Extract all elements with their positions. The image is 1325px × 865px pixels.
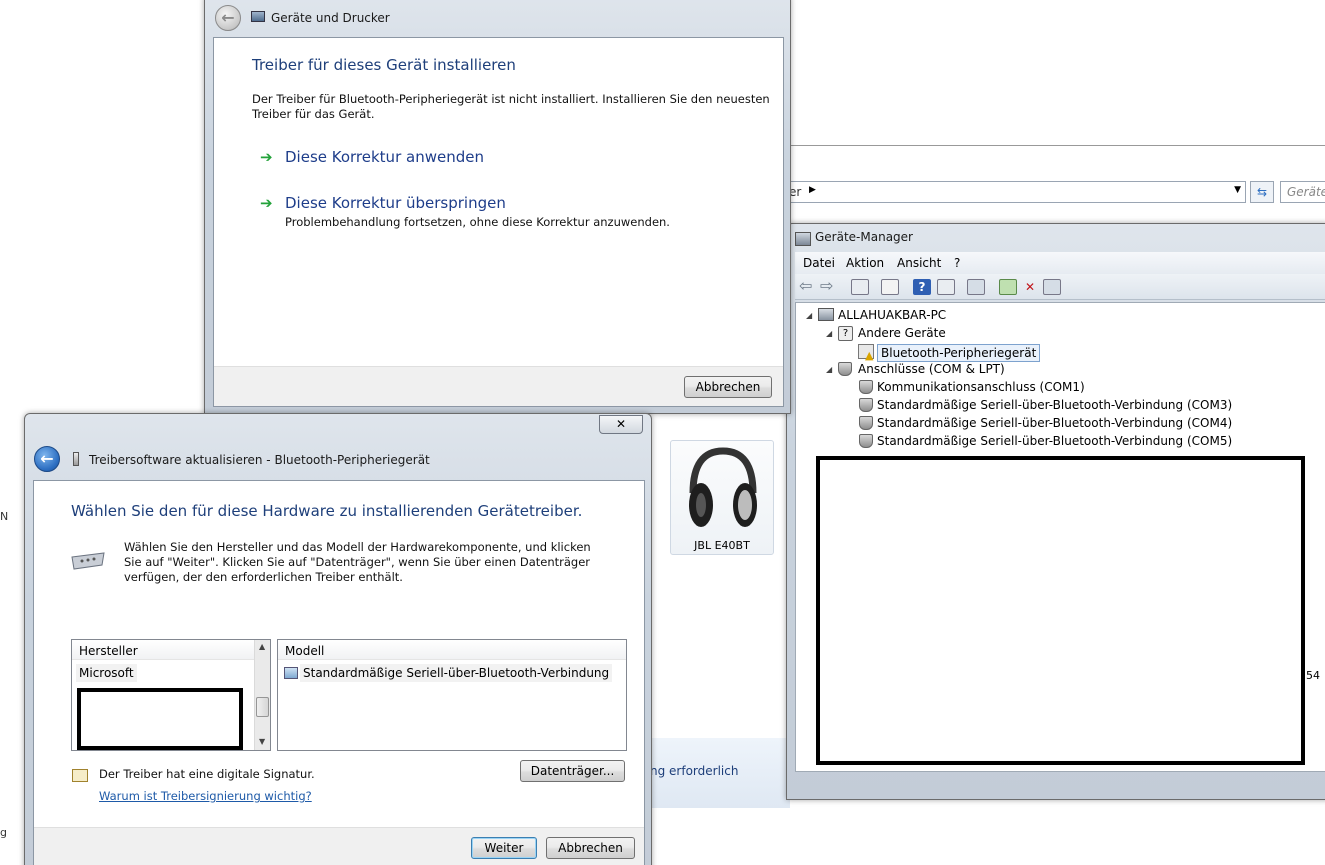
device-tile-label: JBL E40BT xyxy=(694,539,750,552)
model-header[interactable]: Modell xyxy=(278,640,626,660)
certificate-icon xyxy=(72,769,88,782)
group2-collapse-icon[interactable]: ◢ xyxy=(826,365,832,374)
manufacturer-scrollbar[interactable]: ▲ ▼ xyxy=(254,640,270,750)
show-hide-console-icon[interactable] xyxy=(851,279,869,295)
description-text: Der Treiber für Bluetooth-Peripheriegerä… xyxy=(252,92,770,121)
help-icon[interactable]: ? xyxy=(913,279,931,295)
forward-arrow-icon[interactable]: ⇨ xyxy=(820,278,838,295)
manufacturer-item[interactable]: Microsoft xyxy=(76,664,137,682)
tree-item-port[interactable]: Standardmäßige Seriell-über-Bluetooth-Ve… xyxy=(877,398,1232,412)
properties-icon[interactable] xyxy=(881,279,899,295)
devices-printers-window: Geräte und Drucker Treiber für dieses Ge… xyxy=(204,0,791,414)
page-title: Treiber für dieses Gerät installieren xyxy=(252,56,516,74)
back-button-icon[interactable] xyxy=(34,446,60,472)
scan-hardware-icon[interactable] xyxy=(967,279,985,295)
back-arrow-icon[interactable]: ⇦ xyxy=(799,278,817,295)
redaction-box xyxy=(77,688,243,750)
device-manager-app-icon xyxy=(795,232,811,246)
skip-fix-subtext: Problembehandlung fortsetzen, ohne diese… xyxy=(285,215,670,229)
menu-help[interactable]: ? xyxy=(954,256,960,270)
driver-window-title: Treibersoftware aktualisieren - Bluetoot… xyxy=(89,453,430,467)
computer-icon xyxy=(818,308,834,321)
devices-footer: Abbrechen xyxy=(214,366,783,406)
breadcrumb-chevron-icon: ▶ xyxy=(809,185,816,195)
left-edge-fragment-2: g xyxy=(0,826,7,839)
disable-icon[interactable] xyxy=(1043,279,1061,295)
green-arrow-icon: ➔ xyxy=(260,194,273,212)
driver-cert-icon xyxy=(284,667,298,679)
device-tile-jbl[interactable]: JBL E40BT xyxy=(670,440,774,555)
manufacturer-header[interactable]: Hersteller xyxy=(72,640,254,660)
driver-content: Wählen Sie den für diese Hardware zu ins… xyxy=(33,480,645,865)
menu-datei[interactable]: Datei xyxy=(803,256,835,270)
port-icon xyxy=(859,398,873,412)
device-manager-menubar: Datei Aktion Ansicht ? xyxy=(795,252,1325,274)
warning-triangle-icon: ▲ xyxy=(865,349,874,362)
devices-content: Treiber für dieses Gerät installieren De… xyxy=(213,37,784,407)
menu-aktion[interactable]: Aktion xyxy=(846,256,884,270)
uninstall-icon[interactable]: ✕ xyxy=(1021,279,1039,295)
driver-footer: Weiter Abbrechen xyxy=(34,827,644,865)
scroll-thumb[interactable] xyxy=(256,697,269,717)
back-button-icon[interactable] xyxy=(215,5,241,31)
apply-fix-link[interactable]: Diese Korrektur anwenden xyxy=(285,148,484,166)
signature-info-link[interactable]: Warum ist Treibersignierung wichtig? xyxy=(99,789,312,804)
search-placeholder: Geräte xyxy=(1287,185,1325,199)
model-item[interactable]: Standardmäßige Seriell-über-Bluetooth-Ve… xyxy=(300,664,613,682)
close-button[interactable]: ✕ xyxy=(599,415,643,434)
driver-app-icon xyxy=(73,452,79,466)
device-manager-toolbar: ⇦ ⇨ ? ✕ xyxy=(795,274,1325,300)
tree-item-bluetooth-peripheral[interactable]: Bluetooth-Peripheriegerät xyxy=(877,344,1041,362)
explorer-status-strip: ng erforderlich xyxy=(650,738,790,808)
ports-icon xyxy=(838,362,852,376)
tree-item-port[interactable]: Kommunikationsanschluss (COM1) xyxy=(877,380,1085,394)
have-disk-button[interactable]: Datenträger... xyxy=(520,760,625,782)
devices-app-icon xyxy=(251,11,265,22)
signature-text: Der Treiber hat eine digitale Signatur. xyxy=(99,767,315,781)
update-driver-icon[interactable] xyxy=(999,279,1017,295)
explorer-address-bar: er ▶ ▼ xyxy=(786,181,1246,203)
tree-item-port[interactable]: Standardmäßige Seriell-über-Bluetooth-Ve… xyxy=(877,434,1232,448)
menu-ansicht[interactable]: Ansicht xyxy=(897,256,941,270)
driver-heading: Wählen Sie den für diese Hardware zu ins… xyxy=(71,502,583,520)
green-arrow-icon: ➔ xyxy=(260,148,273,166)
model-list[interactable]: Modell Standardmäßige Seriell-über-Bluet… xyxy=(277,639,627,751)
devices-window-title: Geräte und Drucker xyxy=(271,11,390,25)
skip-fix-link[interactable]: Diese Korrektur überspringen xyxy=(285,194,506,212)
status-fragment: ng erforderlich xyxy=(650,764,739,778)
instructions-text: Wählen Sie den Hersteller und das Modell… xyxy=(124,540,591,584)
cancel-button[interactable]: Abbrechen xyxy=(546,837,635,859)
port-icon xyxy=(859,434,873,448)
headphones-icon xyxy=(689,447,757,527)
scroll-up-icon[interactable]: ▲ xyxy=(259,642,265,651)
tree-item-port[interactable]: Standardmäßige Seriell-über-Bluetooth-Ve… xyxy=(877,416,1232,430)
redaction-box xyxy=(816,456,1305,765)
group1-collapse-icon[interactable]: ◢ xyxy=(826,329,832,338)
search-input[interactable]: Geräte xyxy=(1280,181,1325,203)
root-collapse-icon[interactable]: ◢ xyxy=(806,311,812,320)
next-button[interactable]: Weiter xyxy=(471,837,537,859)
driver-update-window: ✕ Treibersoftware aktualisieren - Blueto… xyxy=(24,413,652,865)
tree-side-number: 54 xyxy=(1306,669,1320,682)
address-dropdown-icon[interactable]: ▼ xyxy=(1234,185,1241,195)
refresh-button[interactable]: ⇆ xyxy=(1250,181,1274,203)
unknown-device-icon: ? xyxy=(838,326,853,341)
close-icon: ✕ xyxy=(615,417,627,431)
serial-port-icon xyxy=(71,552,105,570)
view-icon[interactable] xyxy=(937,279,955,295)
tree-group-ports[interactable]: Anschlüsse (COM & LPT) xyxy=(858,362,1005,376)
tree-group-other-devices[interactable]: Andere Geräte xyxy=(858,326,946,340)
left-edge-fragment: N xyxy=(0,510,9,523)
cancel-button[interactable]: Abbrechen xyxy=(684,376,772,398)
scroll-down-icon[interactable]: ▼ xyxy=(259,737,265,746)
tree-root[interactable]: ALLAHUAKBAR-PC xyxy=(838,308,946,322)
port-icon xyxy=(859,416,873,430)
port-icon xyxy=(859,380,873,394)
device-manager-title: Geräte-Manager xyxy=(815,230,913,244)
